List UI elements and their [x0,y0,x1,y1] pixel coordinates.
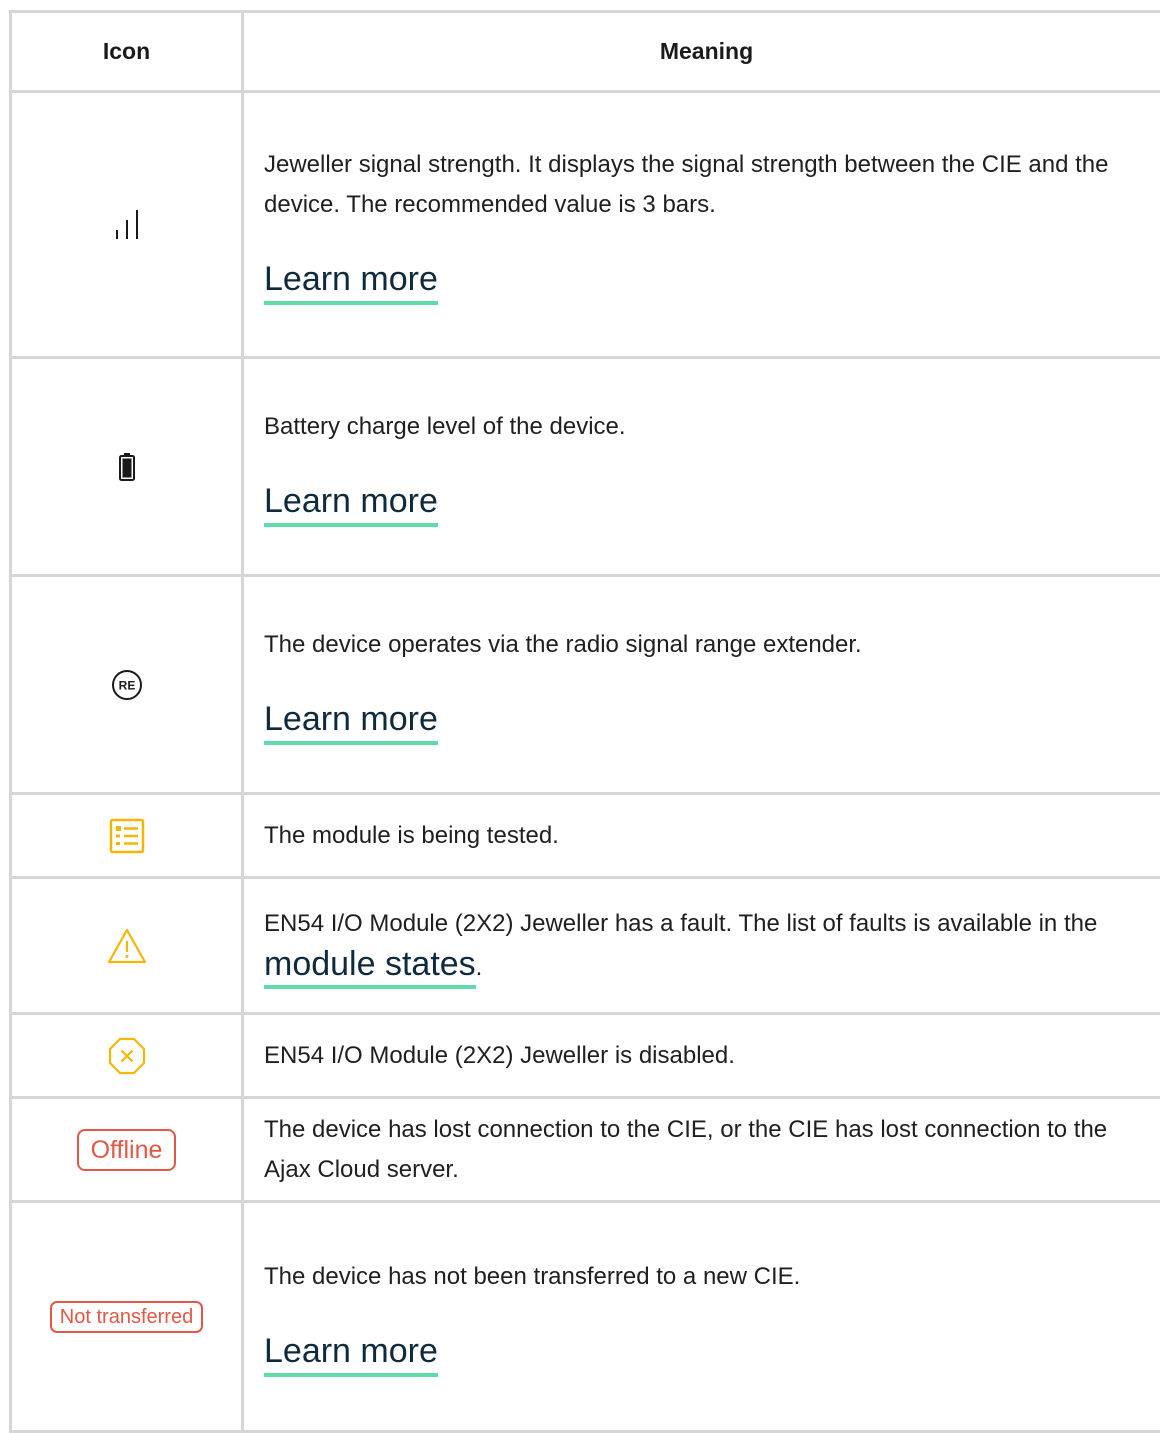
table-header-row: Icon Meaning [11,12,1160,92]
table-row: Not transferred The device has not been … [11,1202,1160,1432]
disabled-icon [107,1036,147,1076]
meaning-cell: EN54 I/O Module (2X2) Jeweller is disabl… [243,1014,1160,1098]
row-description: Jeweller signal strength. It displays th… [264,145,1145,225]
battery-icon [119,453,135,481]
learn-more-link[interactable]: Learn more [264,259,438,305]
table-row: EN54 I/O Module (2X2) Jeweller is disabl… [11,1014,1160,1098]
test-list-icon [109,818,145,854]
table-row: RE The device operates via the radio sig… [11,576,1160,794]
row-description: EN54 I/O Module (2X2) Jeweller has a fau… [264,904,1145,988]
range-extender-icon: RE [111,669,143,701]
description-text: EN54 I/O Module (2X2) Jeweller has a fau… [264,910,1097,937]
icon-cell [11,358,243,576]
learn-more-link[interactable]: Learn more [264,481,438,527]
description-text-end: . [476,954,483,981]
meaning-cell: Battery charge level of the device. Lear… [243,358,1160,576]
meaning-cell: The device has lost connection to the CI… [243,1098,1160,1202]
warning-icon [107,928,147,964]
meaning-cell: The device operates via the radio signal… [243,576,1160,794]
icons-table: Icon Meaning Jeweller signal strength. I… [9,10,1160,1433]
row-description: EN54 I/O Module (2X2) Jeweller is disabl… [264,1036,1145,1076]
icon-cell [11,92,243,358]
icon-cell: Offline [11,1098,243,1202]
module-states-link[interactable]: module states [264,945,476,989]
table-row: Offline The device has lost connection t… [11,1098,1160,1202]
row-description: The device operates via the radio signal… [264,625,1145,665]
row-description: The device has lost connection to the CI… [264,1110,1145,1190]
icon-cell [11,878,243,1014]
row-description: The module is being tested. [264,816,1145,856]
icon-cell [11,794,243,878]
signal-strength-icon [112,210,142,240]
learn-more-link[interactable]: Learn more [264,1331,438,1377]
icon-cell: Not transferred [11,1202,243,1432]
svg-text:RE: RE [118,678,135,692]
meaning-cell: Jeweller signal strength. It displays th… [243,92,1160,358]
table-row: Battery charge level of the device. Lear… [11,358,1160,576]
icon-cell [11,1014,243,1098]
table-row: The module is being tested. [11,794,1160,878]
meaning-cell: EN54 I/O Module (2X2) Jeweller has a fau… [243,878,1160,1014]
meaning-cell: The device has not been transferred to a… [243,1202,1160,1432]
row-description: The device has not been transferred to a… [264,1257,1145,1297]
row-description: Battery charge level of the device. [264,407,1145,447]
table-row: Jeweller signal strength. It displays th… [11,92,1160,358]
icon-cell: RE [11,576,243,794]
learn-more-link[interactable]: Learn more [264,699,438,745]
offline-badge: Offline [77,1129,177,1171]
table-row: EN54 I/O Module (2X2) Jeweller has a fau… [11,878,1160,1014]
not-transferred-badge: Not transferred [50,1301,203,1333]
column-header-icon: Icon [11,12,243,92]
meaning-cell: The module is being tested. [243,794,1160,878]
column-header-meaning: Meaning [243,12,1160,92]
